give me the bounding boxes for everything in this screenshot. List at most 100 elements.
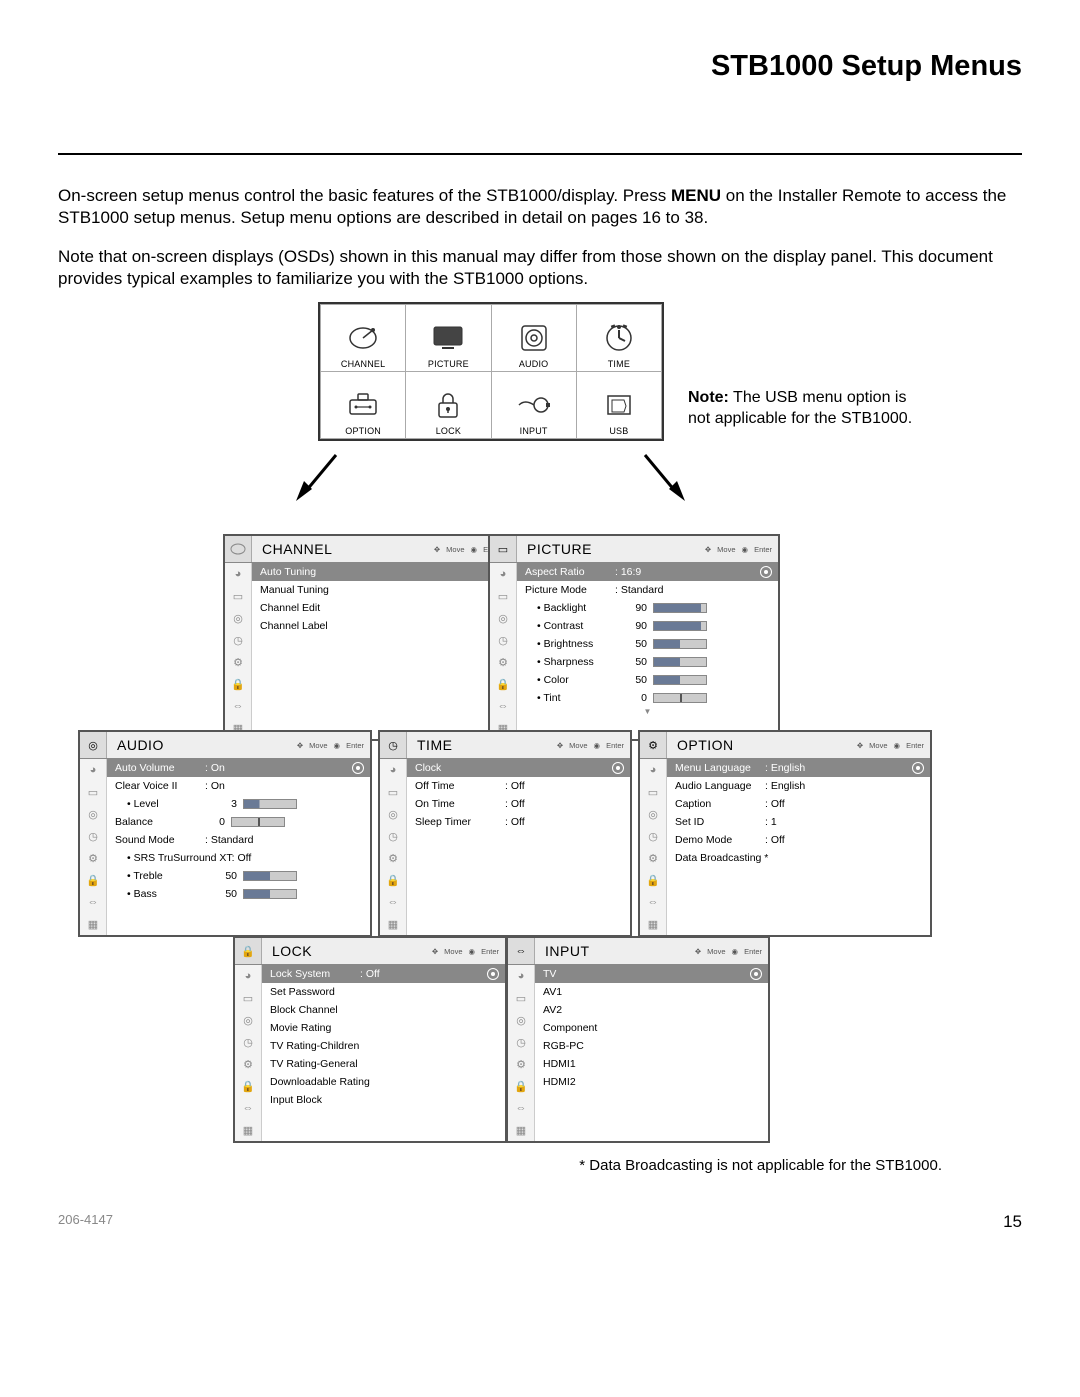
plug-icon[interactable]: ⇔ — [508, 1097, 534, 1119]
speaker-icon[interactable]: ◎ — [80, 803, 106, 825]
menu-cell-audio[interactable]: AUDIO — [492, 305, 576, 371]
menu-item[interactable]: HDMI1 — [535, 1055, 768, 1073]
usb-icon[interactable]: ▦ — [508, 1119, 534, 1141]
toolbox-icon[interactable]: ⚙ — [80, 847, 106, 869]
clock-icon[interactable]: ◷ — [640, 825, 666, 847]
slider-row[interactable]: • Treble50 — [107, 867, 370, 885]
slider-row[interactable]: • Color50 — [517, 671, 778, 689]
menu-cell-option[interactable]: OPTION — [321, 372, 405, 438]
menu-item[interactable]: Audio Language: English — [667, 777, 930, 795]
toolbox-icon[interactable]: ⚙ — [490, 651, 516, 673]
menu-item[interactable]: Downloadable Rating — [262, 1073, 505, 1091]
menu-item[interactable]: Sleep Timer: Off — [407, 813, 630, 831]
menu-item[interactable]: Input Block — [262, 1091, 505, 1109]
menu-item[interactable]: Block Channel — [262, 1001, 505, 1019]
tv-icon[interactable]: ▭ — [380, 781, 406, 803]
menu-cell-time[interactable]: TIME — [577, 305, 661, 371]
toolbox-icon[interactable]: ⚙ — [508, 1053, 534, 1075]
toolbox-icon[interactable]: ⚙ — [380, 847, 406, 869]
speaker-icon[interactable]: ◎ — [640, 803, 666, 825]
menu-item-selected[interactable]: Aspect Ratio: 16:9 — [517, 563, 778, 581]
menu-item[interactable]: Picture Mode: Standard — [517, 581, 778, 599]
menu-item[interactable]: Caption: Off — [667, 795, 930, 813]
slider-row[interactable]: • Backlight90 — [517, 599, 778, 617]
clock-icon[interactable]: ◷ — [235, 1031, 261, 1053]
menu-cell-channel[interactable]: CHANNEL — [321, 305, 405, 371]
menu-item-selected[interactable]: TV — [535, 965, 768, 983]
clock-icon[interactable]: ◷ — [490, 629, 516, 651]
usb-icon[interactable]: ▦ — [640, 913, 666, 935]
tv-icon[interactable]: ▭ — [490, 585, 516, 607]
menu-item[interactable]: AV1 — [535, 983, 768, 1001]
satellite-icon[interactable]: ◕ — [225, 563, 251, 585]
menu-item[interactable]: TV Rating-Children — [262, 1037, 505, 1055]
slider-row[interactable]: • Level3 — [107, 795, 370, 813]
speaker-icon[interactable]: ◎ — [380, 803, 406, 825]
menu-item[interactable]: Off Time: Off — [407, 777, 630, 795]
lock-icon[interactable]: 🔒 — [508, 1075, 534, 1097]
satellite-icon[interactable]: ◕ — [640, 759, 666, 781]
menu-item-selected[interactable]: Clock — [407, 759, 630, 777]
usb-icon[interactable]: ▦ — [235, 1119, 261, 1141]
menu-item[interactable]: Channel Edit — [252, 599, 507, 617]
clock-icon[interactable]: ◷ — [380, 825, 406, 847]
tv-icon[interactable]: ▭ — [640, 781, 666, 803]
menu-item[interactable]: Set Password — [262, 983, 505, 1001]
lock-icon[interactable]: 🔒 — [490, 673, 516, 695]
menu-item[interactable]: Sound Mode: Standard — [107, 831, 370, 849]
lock-icon[interactable]: 🔒 — [235, 1075, 261, 1097]
speaker-icon[interactable]: ◎ — [508, 1009, 534, 1031]
menu-item[interactable]: Clear Voice II: On — [107, 777, 370, 795]
toolbox-icon[interactable]: ⚙ — [235, 1053, 261, 1075]
menu-item[interactable]: HDMI2 — [535, 1073, 768, 1091]
menu-cell-lock[interactable]: LOCK — [406, 372, 490, 438]
menu-item[interactable]: Manual Tuning — [252, 581, 507, 599]
menu-item-selected[interactable]: Auto Tuning — [252, 563, 507, 581]
lock-icon[interactable]: 🔒 — [640, 869, 666, 891]
menu-item-selected[interactable]: Menu Language: English — [667, 759, 930, 777]
menu-item[interactable]: RGB-PC — [535, 1037, 768, 1055]
plug-icon[interactable]: ⇔ — [380, 891, 406, 913]
clock-icon[interactable]: ◷ — [225, 629, 251, 651]
menu-item[interactable]: Component — [535, 1019, 768, 1037]
satellite-icon[interactable]: ◕ — [508, 965, 534, 987]
slider-row[interactable]: • Tint0 — [517, 689, 778, 707]
slider-row[interactable]: • Brightness50 — [517, 635, 778, 653]
speaker-icon[interactable]: ◎ — [235, 1009, 261, 1031]
menu-cell-usb[interactable]: USB — [577, 372, 661, 438]
slider-row[interactable]: • Sharpness50 — [517, 653, 778, 671]
slider-row[interactable]: • Bass50 — [107, 885, 370, 903]
menu-cell-input[interactable]: INPUT — [492, 372, 576, 438]
menu-item-selected[interactable]: Lock System: Off — [262, 965, 505, 983]
slider-row[interactable]: • Contrast90 — [517, 617, 778, 635]
tv-icon[interactable]: ▭ — [508, 987, 534, 1009]
tv-icon[interactable]: ▭ — [80, 781, 106, 803]
satellite-icon[interactable]: ◕ — [80, 759, 106, 781]
menu-item[interactable]: On Time: Off — [407, 795, 630, 813]
plug-icon[interactable]: ⇔ — [640, 891, 666, 913]
menu-item[interactable]: TV Rating-General — [262, 1055, 505, 1073]
tv-icon[interactable]: ▭ — [235, 987, 261, 1009]
satellite-icon[interactable]: ◕ — [380, 759, 406, 781]
lock-icon[interactable]: 🔒 — [380, 869, 406, 891]
speaker-icon[interactable]: ◎ — [490, 607, 516, 629]
clock-icon[interactable]: ◷ — [80, 825, 106, 847]
tv-icon[interactable]: ▭ — [225, 585, 251, 607]
slider-row[interactable]: Balance0 — [107, 813, 370, 831]
menu-item[interactable]: Set ID: 1 — [667, 813, 930, 831]
speaker-icon[interactable]: ◎ — [225, 607, 251, 629]
clock-icon[interactable]: ◷ — [508, 1031, 534, 1053]
satellite-icon[interactable]: ◕ — [235, 965, 261, 987]
menu-item[interactable]: • SRS TruSurround XT: Off — [107, 849, 370, 867]
menu-item-selected[interactable]: Auto Volume: On — [107, 759, 370, 777]
satellite-icon[interactable]: ◕ — [490, 563, 516, 585]
menu-item[interactable]: Demo Mode: Off — [667, 831, 930, 849]
plug-icon[interactable]: ⇔ — [80, 891, 106, 913]
lock-icon[interactable]: 🔒 — [225, 673, 251, 695]
plug-icon[interactable]: ⇔ — [225, 695, 251, 717]
menu-cell-picture[interactable]: PICTURE — [406, 305, 490, 371]
usb-icon[interactable]: ▦ — [380, 913, 406, 935]
plug-icon[interactable]: ⇔ — [490, 695, 516, 717]
menu-item[interactable]: Movie Rating — [262, 1019, 505, 1037]
plug-icon[interactable]: ⇔ — [235, 1097, 261, 1119]
